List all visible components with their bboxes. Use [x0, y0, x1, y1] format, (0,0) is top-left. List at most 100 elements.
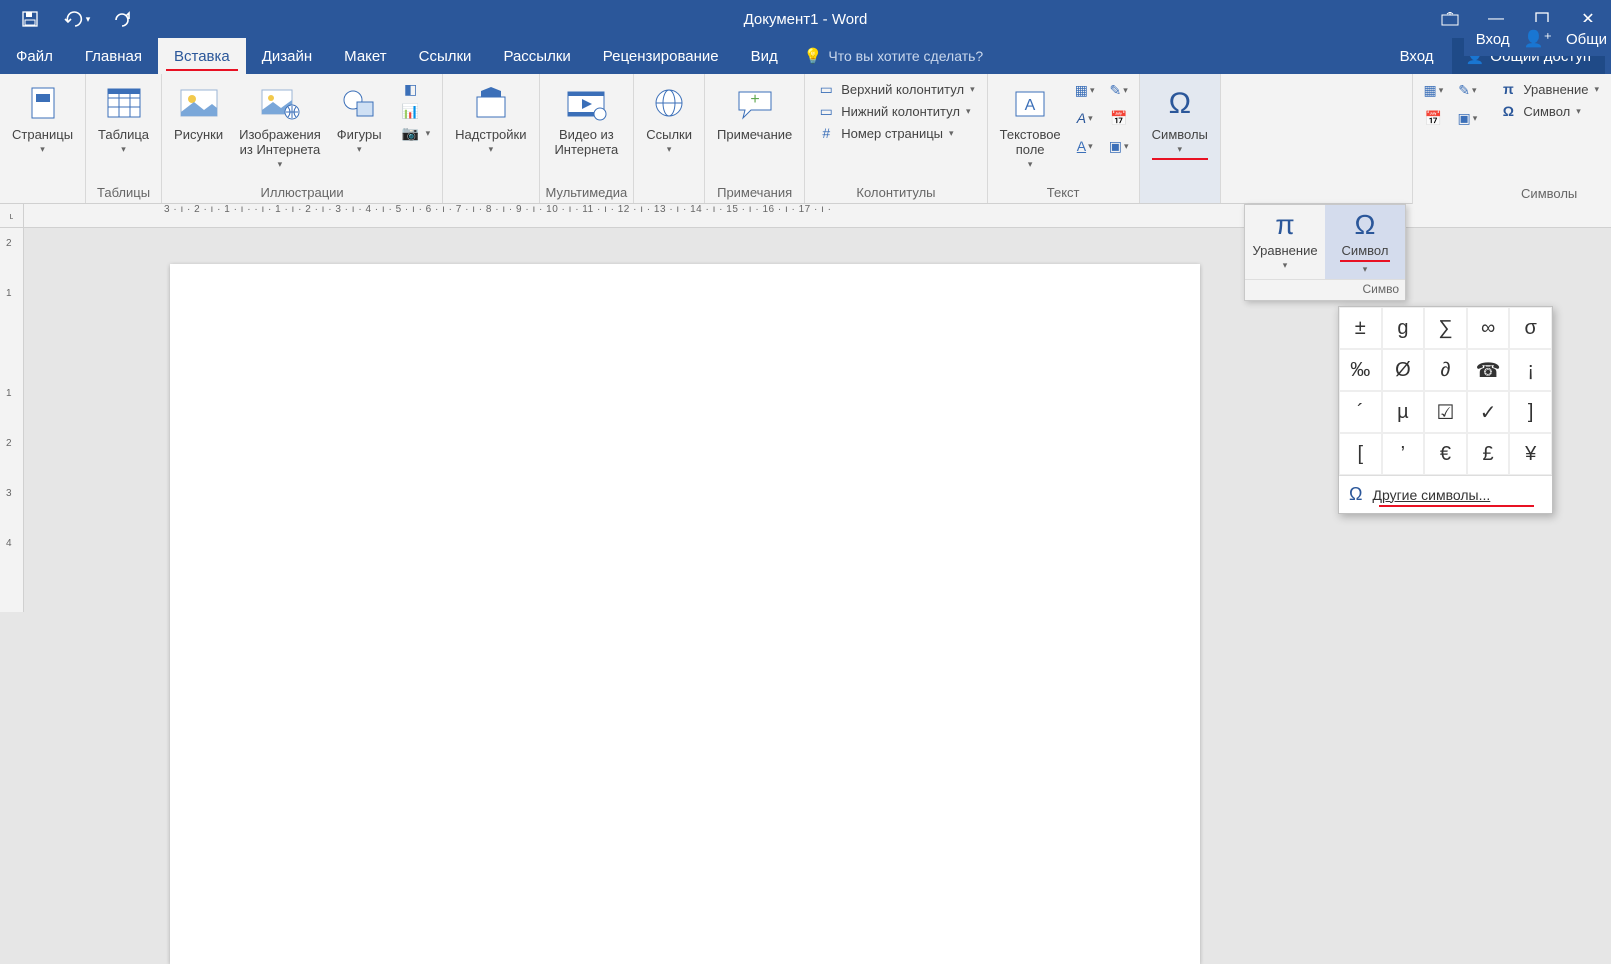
sym-cell[interactable]: ∑ — [1424, 307, 1467, 349]
tell-me-search[interactable]: 💡 Что вы хотите сделать? — [804, 38, 983, 74]
pages-icon — [21, 82, 65, 126]
tab-layout[interactable]: Макет — [328, 38, 402, 74]
document-page[interactable] — [170, 264, 1200, 964]
tab-view[interactable]: Вид — [735, 38, 794, 74]
table-label: Таблица — [98, 128, 149, 143]
redo-button[interactable] — [102, 4, 142, 34]
document-title: Документ1 - Word — [744, 11, 868, 28]
sym-cell[interactable]: ¡ — [1509, 349, 1552, 391]
chart-icon: 📊 — [402, 102, 420, 120]
smartart-button[interactable]: ◧ — [396, 78, 437, 100]
frag-btn-2[interactable]: ✎▾ — [1453, 78, 1481, 102]
group-illustrations-label: Иллюстрации — [261, 183, 344, 201]
comment-label: Примечание — [717, 128, 792, 143]
sym-cell[interactable]: ¥ — [1509, 433, 1552, 475]
sym-cell[interactable]: Ø — [1382, 349, 1425, 391]
popup-equation-button[interactable]: π Уравнение ▾ — [1245, 205, 1325, 279]
equation-button-2[interactable]: πУравнение▾ — [1493, 78, 1605, 100]
undo-button[interactable]: ▾ — [56, 4, 96, 34]
links-button[interactable]: Ссылки ▾ — [640, 78, 698, 159]
object-button[interactable]: ▣▾ — [1105, 134, 1133, 158]
group-pages: Страницы ▾ — [0, 74, 86, 203]
sym-cell[interactable]: £ — [1467, 433, 1510, 475]
ribbon-tabs: Файл Главная Вставка Дизайн Макет Ссылки… — [0, 38, 1611, 74]
tab-insert[interactable]: Вставка — [158, 38, 246, 74]
textbox-button[interactable]: A Текстовое поле ▾ — [994, 78, 1067, 174]
frag-btn-1[interactable]: ▦▾ — [1419, 78, 1447, 102]
share-label-2[interactable]: Общи — [1566, 31, 1607, 48]
online-video-icon — [564, 82, 608, 126]
sym-cell[interactable]: ☎ — [1467, 349, 1510, 391]
sym-cell[interactable]: σ — [1509, 307, 1552, 349]
pictures-icon — [177, 82, 221, 126]
svg-text:+: + — [750, 91, 759, 108]
online-pictures-button[interactable]: Изображения из Интернета ▾ — [233, 78, 327, 174]
textbox-label: Текстовое поле — [1000, 128, 1061, 158]
frag-btn-4[interactable]: ▣▾ — [1453, 106, 1481, 130]
sym-cell[interactable]: ∞ — [1467, 307, 1510, 349]
login-label-2[interactable]: Вход — [1476, 31, 1510, 48]
shapes-icon — [337, 82, 381, 126]
symbols-highlight — [1152, 158, 1208, 160]
signature-button[interactable]: ✎▾ — [1105, 78, 1133, 102]
symbols-button[interactable]: Ω Символы ▾ — [1146, 78, 1214, 164]
header-button[interactable]: ▭Верхний колонтитул▾ — [811, 78, 980, 100]
sym-cell[interactable]: ’ — [1382, 433, 1425, 475]
sym-cell[interactable]: g — [1382, 307, 1425, 349]
popup-symbol-button[interactable]: Ω Символ ▾ — [1325, 205, 1405, 279]
footer-button[interactable]: ▭Нижний колонтитул▾ — [811, 100, 980, 122]
save-icon — [21, 10, 39, 28]
footer-icon: ▭ — [817, 102, 835, 120]
sym-cell[interactable]: ] — [1509, 391, 1552, 433]
sym-cell[interactable]: ∂ — [1424, 349, 1467, 391]
tab-references[interactable]: Ссылки — [403, 38, 488, 74]
pictures-button[interactable]: Рисунки — [168, 78, 229, 147]
tab-mailings[interactable]: Рассылки — [487, 38, 586, 74]
secondary-window-header: Вход 👤⁺ Общи — [1464, 22, 1611, 56]
sym-cell[interactable]: ✓ — [1467, 391, 1510, 433]
ribbon: Страницы ▾ Таблица ▾ Таблицы Рисунки — [0, 74, 1611, 204]
sym-cell[interactable]: ‰ — [1339, 349, 1382, 391]
save-button[interactable] — [10, 4, 50, 34]
symbols-popup: π Уравнение ▾ Ω Символ ▾ Симво — [1244, 204, 1406, 301]
undo-icon — [62, 10, 84, 28]
hruler-marks: 3 · ı · 2 · ı · 1 · ı · · ı · 1 · ı · 2 … — [164, 204, 832, 215]
screenshot-button[interactable]: 📷▾ — [396, 122, 437, 144]
pages-label: Страницы — [12, 128, 73, 143]
login-button[interactable]: Вход — [1386, 38, 1448, 74]
sym-cell[interactable]: ☑ — [1424, 391, 1467, 433]
links-icon — [647, 82, 691, 126]
redo-icon — [112, 10, 132, 28]
dropcap-button[interactable]: A▾ — [1071, 134, 1099, 158]
tab-file[interactable]: Файл — [0, 38, 69, 74]
sym-cell[interactable]: ´ — [1339, 391, 1382, 433]
popup-symbol-label: Символ — [1342, 243, 1389, 258]
more-symbols-button[interactable]: Ω Другие символы... — [1339, 475, 1552, 513]
group-header-footer: ▭Верхний колонтитул▾ ▭Нижний колонтитул▾… — [805, 74, 987, 203]
comment-button[interactable]: + Примечание — [711, 78, 798, 147]
addins-button[interactable]: Надстройки ▾ — [449, 78, 532, 159]
pi-icon: π — [1275, 211, 1294, 239]
group-text: A Текстовое поле ▾ ▦▾ ✎▾ A▾ 📅 A▾ ▣▾ Текс… — [988, 74, 1140, 203]
datetime-button[interactable]: 📅 — [1105, 106, 1133, 130]
vertical-ruler[interactable]: 2 1 1 2 3 4 — [0, 228, 24, 612]
sym-cell[interactable]: ± — [1339, 307, 1382, 349]
sym-cell[interactable]: [ — [1339, 433, 1382, 475]
omega-icon-2: Ω — [1499, 102, 1517, 120]
chart-button[interactable]: 📊 — [396, 100, 437, 122]
tab-home[interactable]: Главная — [69, 38, 158, 74]
wordart-button[interactable]: A▾ — [1071, 106, 1099, 130]
sym-cell[interactable]: µ — [1382, 391, 1425, 433]
quickparts-button[interactable]: ▦▾ — [1071, 78, 1099, 102]
symbol-button-2[interactable]: ΩСимвол▾ — [1493, 100, 1605, 122]
pages-button[interactable]: Страницы ▾ — [6, 78, 79, 159]
tab-review[interactable]: Рецензирование — [587, 38, 735, 74]
addins-label: Надстройки — [455, 128, 526, 143]
page-number-button[interactable]: #Номер страницы▾ — [811, 122, 980, 144]
online-video-button[interactable]: Видео из Интернета — [548, 78, 624, 162]
tab-design[interactable]: Дизайн — [246, 38, 328, 74]
frag-btn-3[interactable]: 📅 — [1419, 106, 1447, 130]
shapes-button[interactable]: Фигуры ▾ — [331, 78, 388, 159]
table-button[interactable]: Таблица ▾ — [92, 78, 155, 159]
sym-cell[interactable]: € — [1424, 433, 1467, 475]
